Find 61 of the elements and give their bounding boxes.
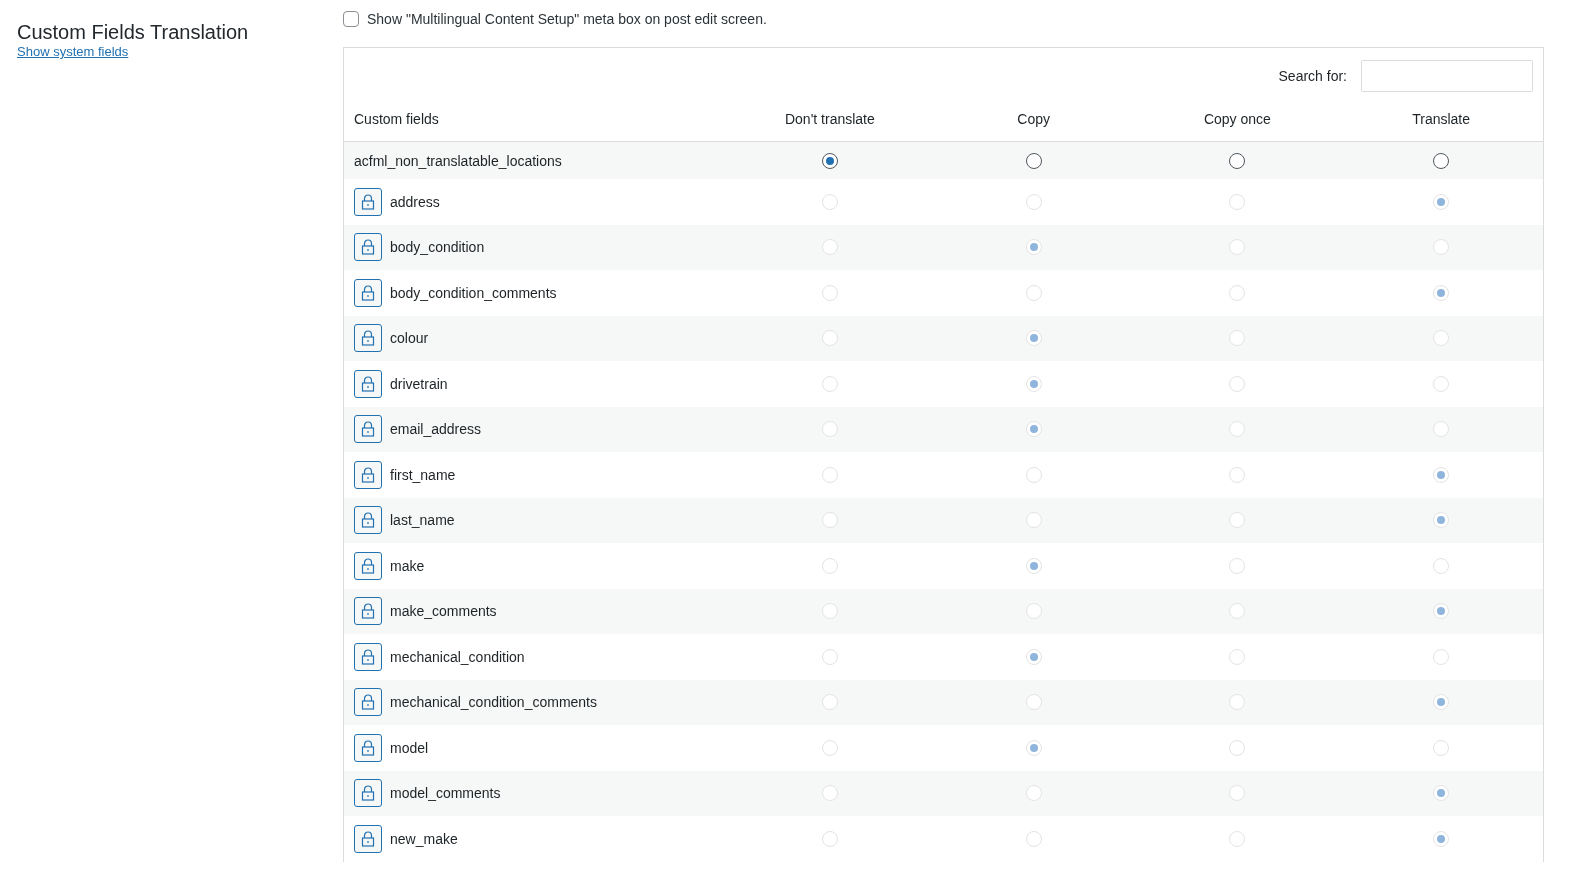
radio-button[interactable] xyxy=(1229,152,1246,169)
padlock-icon xyxy=(361,830,375,847)
field-name: last_name xyxy=(390,512,455,529)
radio-button[interactable] xyxy=(1433,152,1450,169)
search-field[interactable] xyxy=(1361,60,1533,92)
column-header: Translate xyxy=(1412,110,1471,127)
field-name: drivetrain xyxy=(390,375,448,392)
padlock-icon xyxy=(361,648,375,665)
lock-button[interactable] xyxy=(354,369,382,398)
padlock-icon xyxy=(361,375,375,392)
field-name: mechanical_condition_comments xyxy=(390,694,597,711)
field-name: acfml_non_translatable_locations xyxy=(354,152,562,169)
padlock-icon xyxy=(361,421,375,438)
lock-button[interactable] xyxy=(354,278,382,307)
field-name: address xyxy=(390,193,440,210)
field-name: make_comments xyxy=(390,603,497,620)
column-header: Copy xyxy=(1017,110,1050,127)
lock-button[interactable] xyxy=(354,415,382,444)
page-title: Custom Fields Translation xyxy=(17,20,249,44)
field-name: first_name xyxy=(390,466,456,483)
lock-button[interactable] xyxy=(354,779,382,808)
field-name: new_make xyxy=(390,830,458,847)
field-name: model_comments xyxy=(390,785,501,802)
field-name: mechanical_condition xyxy=(390,648,525,665)
field-name: make xyxy=(390,557,425,574)
field-name: model xyxy=(390,739,429,756)
padlock-icon xyxy=(361,239,375,256)
padlock-icon xyxy=(361,739,375,756)
column-header: Custom fields xyxy=(353,110,439,127)
padlock-icon xyxy=(361,785,375,802)
lock-button[interactable] xyxy=(354,187,382,216)
lock-button[interactable] xyxy=(354,551,382,580)
checkbox[interactable] xyxy=(343,11,359,27)
lock-button[interactable] xyxy=(354,642,382,671)
show-system-fields-link[interactable]: Show system fields xyxy=(17,44,129,59)
lock-button[interactable] xyxy=(354,824,382,853)
padlock-icon xyxy=(361,466,375,483)
padlock-icon xyxy=(361,512,375,529)
checkbox-label: Show "Multilingual Content Setup" meta box on post edit screen. xyxy=(367,11,767,27)
field-name: email_address xyxy=(390,421,482,438)
padlock-icon xyxy=(361,193,375,210)
lock-button[interactable] xyxy=(354,506,382,535)
column-header: Don't translate xyxy=(784,110,875,127)
padlock-icon xyxy=(361,694,375,711)
lock-button[interactable] xyxy=(354,597,382,626)
lock-button[interactable] xyxy=(354,324,382,353)
lock-button[interactable] xyxy=(354,460,382,489)
padlock-icon xyxy=(361,557,375,574)
padlock-icon xyxy=(361,330,375,347)
padlock-icon xyxy=(361,284,375,301)
field-name: body_condition xyxy=(390,239,485,256)
radio-button[interactable] xyxy=(1025,152,1042,169)
lock-button[interactable] xyxy=(354,733,382,762)
lock-button[interactable] xyxy=(354,688,382,717)
column-header: Copy once xyxy=(1203,110,1271,127)
search-label: Search for: xyxy=(1278,68,1347,84)
field-name: colour xyxy=(390,330,429,347)
radio-button[interactable] xyxy=(821,152,838,169)
padlock-icon xyxy=(361,603,375,620)
field-name: body_condition_comments xyxy=(390,284,557,301)
lock-button[interactable] xyxy=(354,233,382,262)
